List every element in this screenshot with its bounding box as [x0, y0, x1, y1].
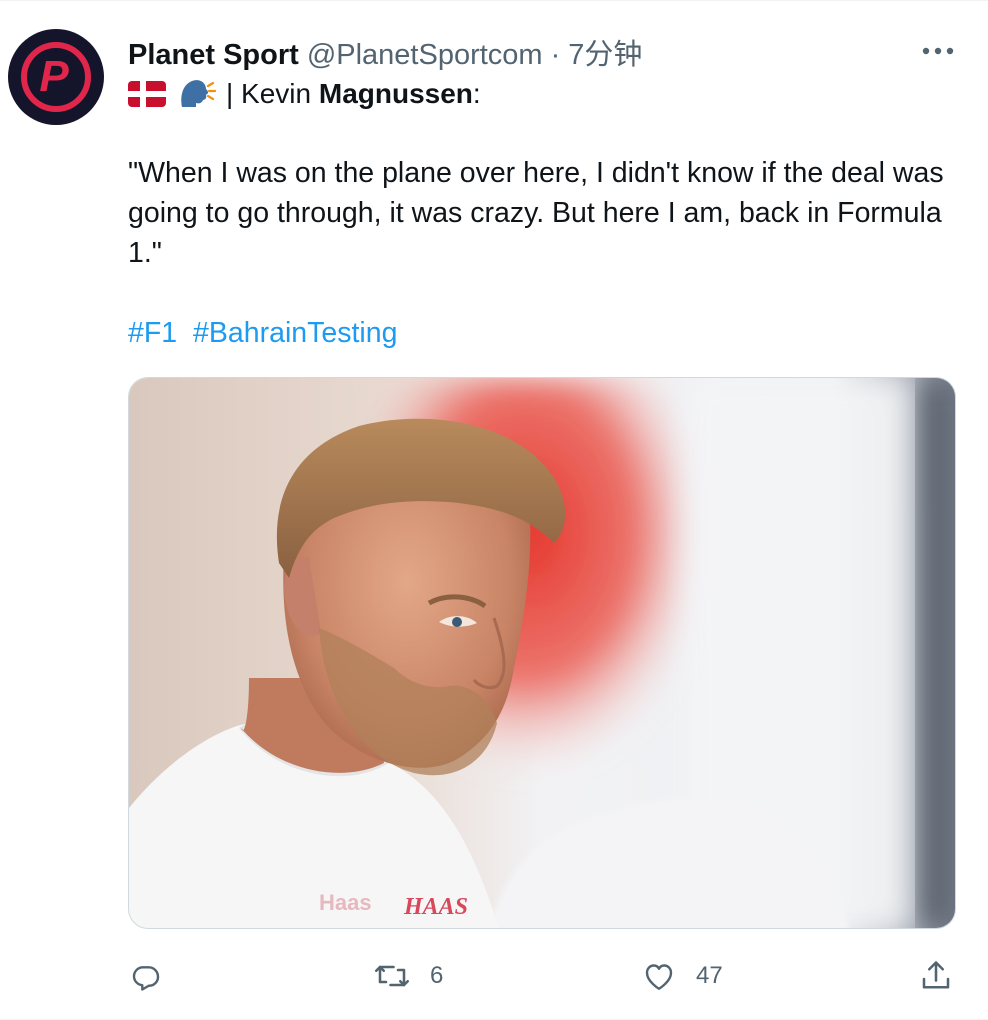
hashtag-bahraintesting[interactable]: #BahrainTesting [193, 317, 397, 349]
speaking-head-icon [181, 80, 216, 107]
hashtag-f1[interactable]: #F1 [128, 317, 177, 349]
tweet-card[interactable]: P Planet Sport @PlanetSportcom · 7分钟 | K… [0, 0, 988, 1020]
shirt-logo-haas-mark: HAAS [403, 894, 468, 920]
share-icon [922, 961, 950, 989]
denmark-flag-icon [128, 81, 166, 107]
line1-name: Magnussen [318, 78, 473, 109]
line1-prefix: | Kevin [226, 78, 319, 109]
tweet-actions: 6 47 [128, 951, 956, 1001]
tweet-quote: "When I was on the plane over here, I di… [128, 157, 944, 269]
more-icon [922, 47, 954, 55]
reply-button[interactable] [128, 951, 182, 1001]
line1-suffix: : [472, 78, 481, 109]
like-count: 47 [696, 962, 723, 989]
like-icon [645, 964, 673, 990]
tweet-text-line1: | Kevin Magnussen : [128, 75, 481, 113]
author-name[interactable]: Planet Sport [128, 39, 299, 72]
tweet-photo[interactable]: Haas HAAS [128, 377, 956, 929]
planet-sport-logo-icon: P [21, 42, 91, 112]
author-handle[interactable]: @PlanetSportcom [307, 39, 543, 72]
driver-photo: Haas HAAS [129, 378, 955, 928]
header-separator: · [550, 39, 561, 71]
tweet-timestamp[interactable]: 7分钟 [568, 31, 642, 73]
shirt-logo-haas: Haas [319, 890, 372, 915]
tweet-header: Planet Sport @PlanetSportcom · 7分钟 [128, 31, 642, 73]
retweet-button[interactable]: 6 [372, 951, 443, 1001]
more-options-button[interactable] [920, 33, 956, 69]
avatar-letter: P [39, 52, 69, 101]
retweet-icon [374, 965, 410, 987]
hashtag-list: #F1 #BahrainTesting [128, 313, 405, 353]
avatar[interactable]: P [8, 29, 104, 125]
like-button[interactable]: 47 [640, 951, 723, 1001]
retweet-count: 6 [430, 962, 444, 989]
share-button[interactable] [918, 951, 954, 1001]
reply-icon [132, 966, 160, 991]
